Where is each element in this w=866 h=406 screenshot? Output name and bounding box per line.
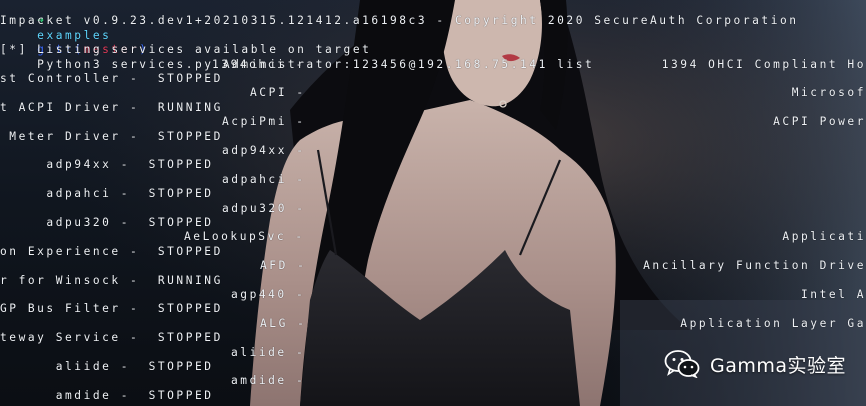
service-line-status: GP Bus Filter - STOPPED <box>0 302 223 316</box>
service-line-desc: Microsof <box>791 86 866 100</box>
service-line-desc: Ancillary Function Drive <box>643 259 866 273</box>
terminal-output: ➜ examples git:(master) Python3 services… <box>0 0 866 406</box>
service-line-desc: Intel A <box>801 288 866 301</box>
watermark: Gamma实验室 <box>664 350 846 378</box>
service-line-status: aliide - STOPPED <box>0 360 214 373</box>
service-line-status: adpu320 - STOPPED <box>0 216 214 229</box>
service-line-status: t ACPI Driver - RUNNING <box>0 100 223 114</box>
service-line-status: adpahci - STOPPED <box>0 187 214 201</box>
service-line-name: aliide - <box>231 345 306 359</box>
service-line-status: adp94xx - STOPPED <box>0 158 214 172</box>
service-line-name: adp94xx - <box>222 144 306 157</box>
service-line-status: st Controller - STOPPED <box>0 72 223 85</box>
service-line-status: r for Winsock - RUNNING <box>0 273 223 287</box>
service-line-desc: 1394 OHCI Compliant Ho <box>661 57 866 71</box>
command-prompt-line: ➜ examples git:(master) Python3 services… <box>0 0 594 70</box>
service-line-name: adpu320 - <box>222 201 306 215</box>
service-line-desc: Application Layer Ga <box>680 316 866 330</box>
service-line-desc: Applicati <box>782 230 866 244</box>
prompt-directory: examples <box>37 28 112 42</box>
service-line-status: on Experience - STOPPED <box>0 244 223 258</box>
service-line-desc: ACPI Power <box>773 115 866 129</box>
service-line-name: adpahci - <box>222 172 306 186</box>
service-line-status: Meter Driver - STOPPED <box>0 129 223 143</box>
watermark-text: Gamma实验室 <box>709 354 846 377</box>
service-line-name: amdide - <box>231 374 306 388</box>
wechat-icon <box>664 350 700 378</box>
service-line-status: teway Service - STOPPED <box>0 331 223 345</box>
banner-line: Impacket v0.9.23.dev1+20210315.121412.a1… <box>0 14 799 28</box>
info-line: [*] Listing services available on target <box>0 43 372 57</box>
service-line-status: amdide - STOPPED <box>0 388 214 402</box>
